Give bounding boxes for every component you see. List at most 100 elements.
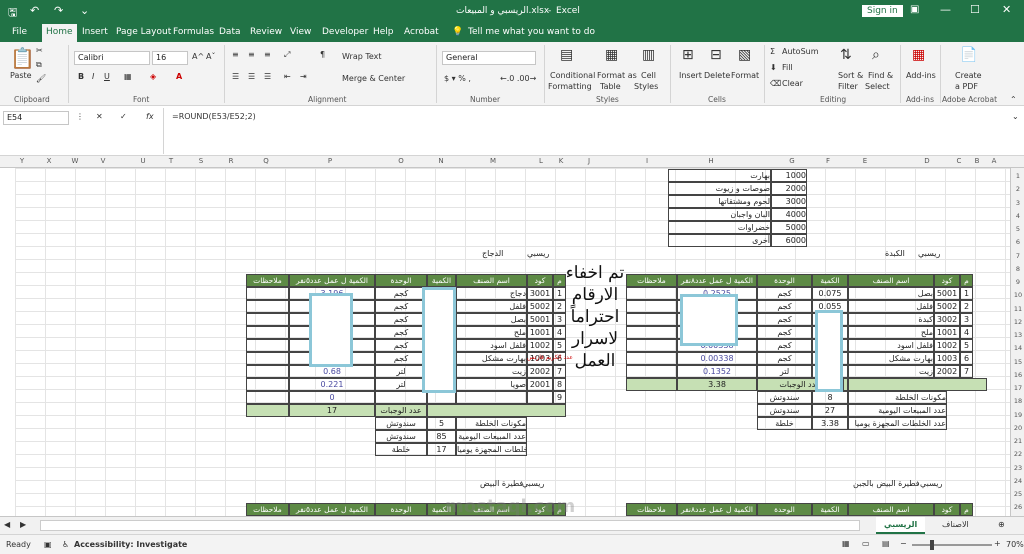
table-header-cell[interactable]: الكمية ل عمل عدد٥نفر xyxy=(289,274,375,287)
table-cell[interactable]: كجم xyxy=(757,326,812,339)
decimal-icon[interactable]: ←.0 .00→ xyxy=(500,74,536,83)
table-header-cell[interactable]: كود xyxy=(934,274,960,287)
enter-icon[interactable]: ✓ xyxy=(120,112,127,121)
grow-font-icon[interactable]: A^ xyxy=(192,52,204,61)
table-cell[interactable]: كجم xyxy=(375,339,427,352)
recipe-label-bottom-right[interactable]: ريسبي xyxy=(920,478,942,490)
table-header-cell[interactable]: كود xyxy=(934,503,960,516)
align-middle-icon[interactable]: ≡ xyxy=(248,50,255,59)
underline-icon[interactable]: U xyxy=(104,72,110,81)
insert-cells-icon[interactable]: ⊞ xyxy=(682,47,694,63)
row-header-1[interactable]: 1 xyxy=(1011,172,1024,180)
table-cell[interactable] xyxy=(246,404,289,417)
font-size-box[interactable]: 16 xyxy=(152,51,188,65)
table-header-cell[interactable]: ملاحظات xyxy=(246,274,289,287)
table-header-cell[interactable]: ملاحظات xyxy=(626,503,677,516)
addins-button[interactable]: Add-ins xyxy=(906,71,936,80)
horizontal-scrollbar[interactable] xyxy=(40,520,860,531)
table-cell[interactable]: 2 xyxy=(960,300,973,313)
column-header-l[interactable]: L xyxy=(535,157,547,165)
format-as-table-button[interactable]: Format as xyxy=(597,71,637,80)
redo-icon[interactable]: ↷ xyxy=(54,4,63,17)
save-icon[interactable]: 🖫 xyxy=(8,4,17,23)
table-header-cell[interactable]: الوحدة xyxy=(757,274,812,287)
table-cell[interactable]: كجم xyxy=(757,300,812,313)
summary-unit-cell[interactable]: سندوتش xyxy=(375,430,427,443)
paste-icon[interactable]: 📋 xyxy=(10,46,35,70)
insert-function-icon[interactable]: fx xyxy=(146,112,154,121)
table-header-cell[interactable]: الكمية ل عمل عدد٨نفر xyxy=(677,274,757,287)
table-cell[interactable]: كجم xyxy=(757,339,812,352)
orientation-icon[interactable]: ⤢ xyxy=(284,50,290,60)
spice-name-cell[interactable]: أخرى xyxy=(668,234,771,247)
table-header-cell[interactable]: كود xyxy=(527,274,553,287)
bold-icon[interactable]: B xyxy=(78,72,84,81)
table-cell[interactable] xyxy=(626,378,677,391)
column-header-k[interactable]: K xyxy=(555,157,567,165)
table-cell[interactable]: لتر xyxy=(757,365,812,378)
table-cell[interactable] xyxy=(246,313,289,326)
table-header-cell[interactable]: الكمية xyxy=(812,274,848,287)
align-top-icon[interactable]: ≡ xyxy=(232,50,239,59)
table-cell[interactable]: بهارت مشكل xyxy=(456,352,527,365)
table-cell[interactable]: كجم xyxy=(757,352,812,365)
table-header-cell[interactable]: م xyxy=(960,274,973,287)
row-header-21[interactable]: 21 xyxy=(1011,437,1024,445)
conditional-formatting-button[interactable]: Conditional xyxy=(550,71,595,80)
find-select-icon[interactable]: ⌕ xyxy=(872,47,880,63)
table-cell[interactable] xyxy=(427,404,566,417)
table-cell[interactable]: كجم xyxy=(375,326,427,339)
spice-code-cell[interactable]: 1000 xyxy=(771,169,807,182)
table-header-cell[interactable]: الكمية ل عمل عدد٥نفر xyxy=(289,503,375,516)
table-cell[interactable] xyxy=(246,365,289,378)
row-header-17[interactable]: 17 xyxy=(1011,384,1024,392)
decrease-indent-icon[interactable]: ⇤ xyxy=(284,72,291,81)
row-header-12[interactable]: 12 xyxy=(1011,318,1024,326)
table-cell[interactable]: 2002 xyxy=(934,365,960,378)
table-cell[interactable]: ملح xyxy=(456,326,527,339)
row-header-14[interactable]: 14 xyxy=(1011,344,1024,352)
merge-center-button[interactable]: Merge & Center xyxy=(342,74,405,83)
autosum-icon[interactable]: Σ xyxy=(770,47,775,56)
table-cell[interactable]: بهارت مشكل xyxy=(848,352,934,365)
shrink-font-icon[interactable]: Aˇ xyxy=(206,52,215,61)
table-cell[interactable] xyxy=(456,391,527,404)
table-header-cell[interactable]: م xyxy=(960,503,973,516)
column-header-h[interactable]: H xyxy=(705,157,717,165)
table-header-cell[interactable]: ملاحظات xyxy=(246,503,289,516)
table-cell[interactable]: 1001 xyxy=(934,326,960,339)
row-header-6[interactable]: 6 xyxy=(1011,238,1024,246)
align-right-icon[interactable]: ☰ xyxy=(264,72,271,81)
table-cell[interactable]: 1001 xyxy=(527,326,553,339)
table-cell[interactable]: 1002 xyxy=(527,339,553,352)
summary-label-cell[interactable]: مكونات الخلطة xyxy=(848,391,947,404)
zoom-slider-thumb[interactable] xyxy=(930,540,934,550)
table-header-cell[interactable]: الكمية ل عمل عدد٨نفر xyxy=(677,503,757,516)
table-cell[interactable]: 0 xyxy=(289,391,375,404)
column-header-a[interactable]: A xyxy=(988,157,1000,165)
table-cell[interactable] xyxy=(375,391,427,404)
table-header-cell[interactable]: الكمية xyxy=(812,503,848,516)
table-cell[interactable] xyxy=(246,378,289,391)
table-cell[interactable]: كجم xyxy=(375,300,427,313)
cell-styles-icon[interactable]: ▥ xyxy=(642,47,655,63)
column-header-v[interactable]: V xyxy=(97,157,109,165)
sheet-tab-items[interactable]: الاصناف xyxy=(934,520,977,529)
summary-value-cell[interactable]: 5 xyxy=(427,417,456,430)
column-header-p[interactable]: P xyxy=(324,157,336,165)
table-cell[interactable]: فلفل xyxy=(848,300,934,313)
table-cell[interactable]: كجم xyxy=(375,352,427,365)
table-cell[interactable]: 9 xyxy=(553,391,566,404)
summary-unit-cell[interactable]: سندوتش xyxy=(757,391,812,404)
row-header-11[interactable]: 11 xyxy=(1011,305,1024,313)
table-cell[interactable]: 3 xyxy=(960,313,973,326)
row-header-22[interactable]: 22 xyxy=(1011,450,1024,458)
paste-button[interactable]: Paste xyxy=(10,71,32,80)
align-bottom-icon[interactable]: ≡ xyxy=(264,50,271,59)
autosum-button[interactable]: AutoSum xyxy=(782,47,819,56)
scroll-left-icon[interactable]: ◀ xyxy=(4,520,10,529)
fill-icon[interactable]: ⬇ xyxy=(770,63,777,72)
recipe-title-right[interactable]: الكبدة xyxy=(885,248,905,260)
table-cell[interactable]: دجاج xyxy=(456,287,527,300)
tell-me-search[interactable]: Tell me what you want to do xyxy=(468,27,595,37)
